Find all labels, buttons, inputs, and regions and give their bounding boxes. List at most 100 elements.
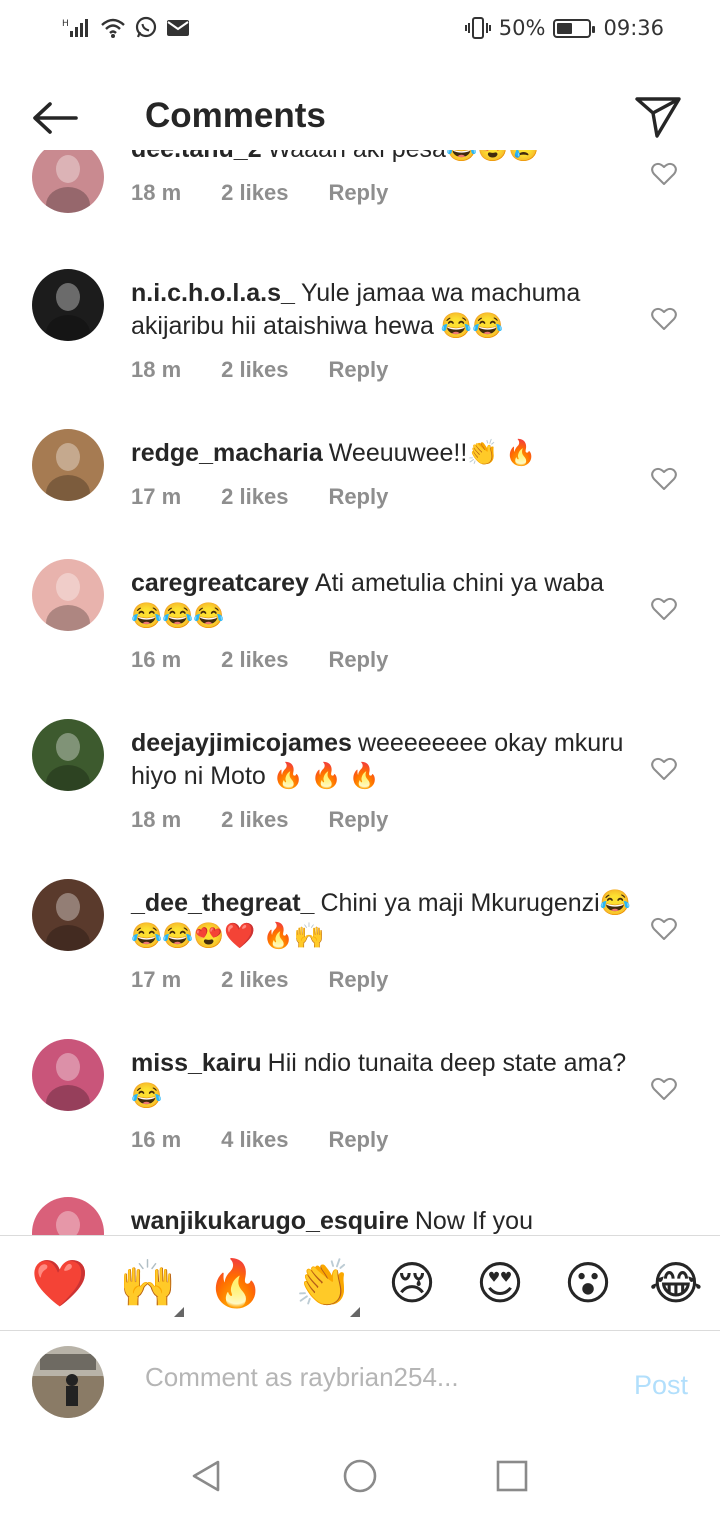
comment-time: 17 m bbox=[131, 967, 182, 992]
comment-meta: 18 m 2 likes Reply bbox=[131, 357, 631, 383]
recents-square-icon[interactable] bbox=[494, 1458, 530, 1494]
reply-button[interactable]: Reply bbox=[328, 180, 388, 206]
avatar-body bbox=[46, 1085, 90, 1111]
comment-likes[interactable]: 4 likes bbox=[221, 1127, 288, 1153]
comment-time: 18 m bbox=[131, 180, 182, 205]
comment-body: deejayjimicojames weeeeeeee okay mkuru hi… bbox=[131, 727, 631, 833]
tears-of-joy-icon[interactable]: 😂 bbox=[632, 1235, 720, 1331]
avatar-body bbox=[46, 605, 90, 631]
comment-username[interactable]: wanjikukarugo_esquire bbox=[131, 1207, 409, 1235]
comment-text: redge_macharia Weeuuwee!!👏 🔥 bbox=[131, 437, 631, 470]
comment-meta: 16 m 2 likes Reply bbox=[131, 647, 631, 673]
avatar-face bbox=[56, 443, 80, 471]
heart-icon[interactable] bbox=[651, 1077, 677, 1101]
comment-username[interactable]: dee.tanu_2 bbox=[131, 150, 262, 163]
avatar[interactable] bbox=[32, 879, 104, 951]
battery-icon bbox=[553, 18, 596, 38]
comment-text: deejayjimicojames weeeeeeee okay mkuru hi… bbox=[131, 727, 631, 793]
comment-list[interactable]: dee.tanu_2 Waaah aki pesa😂😍😢 18 m 2 likes Re… bbox=[0, 150, 720, 1235]
emoji-glyph: 😢 bbox=[388, 1256, 436, 1310]
heart-icon[interactable] bbox=[651, 597, 677, 621]
raising-hands-icon[interactable]: 🙌 bbox=[104, 1235, 192, 1331]
comment-meta: 18 m 2 likes Reply bbox=[131, 180, 631, 206]
comment-username[interactable]: deejayjimicojames bbox=[131, 729, 352, 757]
post-button[interactable]: Post bbox=[634, 1370, 688, 1401]
surprised-face-icon[interactable]: 😮 bbox=[544, 1235, 632, 1331]
reply-button[interactable]: Reply bbox=[328, 967, 388, 993]
comment-text: caregreatcarey Ati ametulia chini ya waba… bbox=[131, 567, 631, 633]
back-triangle-icon[interactable] bbox=[188, 1458, 224, 1494]
comment-text: _dee_thegreat_ Chini ya maji Mkurugenzi😂😂… bbox=[131, 887, 631, 953]
clapping-hands-icon[interactable]: 👏 bbox=[280, 1235, 368, 1331]
comment-likes[interactable]: 2 likes bbox=[221, 180, 288, 206]
heart-icon[interactable] bbox=[651, 757, 677, 781]
status-icons-left: H bbox=[62, 16, 190, 40]
comment-text: miss_kairu Hii ndio tunaita deep state am… bbox=[131, 1047, 631, 1113]
avatar-body bbox=[46, 187, 90, 213]
comment-body: dee.tanu_2 Waaah aki pesa😂😍😢 18 m 2 likes Re… bbox=[131, 150, 631, 206]
battery-fill bbox=[557, 22, 573, 34]
clock: 09:36 bbox=[603, 16, 664, 40]
comment-username[interactable]: redge_macharia bbox=[131, 439, 323, 467]
reply-button[interactable]: Reply bbox=[328, 647, 388, 673]
comment-time: 18 m bbox=[131, 807, 182, 832]
vibrate-icon bbox=[464, 17, 491, 39]
avatar-face bbox=[56, 1211, 80, 1235]
heart-icon[interactable] bbox=[651, 162, 677, 186]
avatar[interactable] bbox=[32, 429, 104, 501]
heart-eyes-icon[interactable]: 😍 bbox=[456, 1235, 544, 1331]
comment-composer: Post bbox=[0, 1332, 720, 1432]
comment-username[interactable]: caregreatcarey bbox=[131, 569, 309, 597]
comment-likes[interactable]: 2 likes bbox=[221, 357, 288, 383]
paper-plane-icon[interactable] bbox=[634, 92, 682, 140]
avatar-body bbox=[46, 475, 90, 501]
heart-icon[interactable] bbox=[651, 467, 677, 491]
heart-icon[interactable] bbox=[651, 307, 677, 331]
reply-button[interactable]: Reply bbox=[328, 357, 388, 383]
avatar[interactable] bbox=[32, 269, 104, 341]
comment-likes[interactable]: 2 likes bbox=[221, 647, 288, 673]
emoji-glyph: 😍 bbox=[476, 1256, 524, 1310]
home-circle-icon[interactable] bbox=[342, 1458, 378, 1494]
emoji-glyph: 😂 bbox=[649, 1256, 703, 1310]
avatar-body bbox=[46, 925, 90, 951]
avatar[interactable] bbox=[32, 150, 104, 213]
comment-text: wanjikukarugo_esquire Now If you bbox=[131, 1205, 631, 1235]
emoji-bar: ❤️ 🙌 🔥 👏 😢 😍 😮 😂 bbox=[0, 1235, 720, 1331]
comment-username[interactable]: miss_kairu bbox=[131, 1049, 262, 1077]
reply-button[interactable]: Reply bbox=[328, 807, 388, 833]
comment-likes[interactable]: 2 likes bbox=[221, 484, 288, 510]
comment-likes[interactable]: 2 likes bbox=[221, 967, 288, 993]
heart-icon[interactable] bbox=[651, 917, 677, 941]
comment-body: redge_macharia Weeuuwee!!👏 🔥 17 m 2 likes Re… bbox=[131, 437, 631, 510]
comment-time: 17 m bbox=[131, 484, 182, 509]
red-heart-icon[interactable]: ❤️ bbox=[16, 1235, 104, 1331]
avatar-body bbox=[46, 765, 90, 791]
avatar[interactable] bbox=[32, 1039, 104, 1111]
variant-indicator-icon bbox=[350, 1307, 360, 1317]
avatar[interactable] bbox=[32, 559, 104, 631]
comment-text: dee.tanu_2 Waaah aki pesa😂😍😢 bbox=[131, 150, 631, 166]
avatar-face bbox=[56, 283, 80, 311]
comment-time: 16 m bbox=[131, 647, 182, 672]
comment-username[interactable]: n.i.c.h.o.l.a.s_ bbox=[131, 279, 295, 307]
fire-icon[interactable]: 🔥 bbox=[192, 1235, 280, 1331]
avatar-body bbox=[46, 315, 90, 341]
page-title: Comments bbox=[145, 96, 326, 135]
comment-body: n.i.c.h.o.l.a.s_ Yule jamaa wa machuma ak… bbox=[131, 277, 631, 383]
comment-meta: 17 m 2 likes Reply bbox=[131, 967, 631, 993]
email-icon bbox=[167, 20, 189, 36]
arrow-left-icon[interactable] bbox=[30, 98, 80, 138]
network-type-label: H bbox=[62, 19, 69, 29]
reply-button[interactable]: Reply bbox=[328, 484, 388, 510]
avatar[interactable] bbox=[32, 1197, 104, 1235]
comment-input[interactable] bbox=[145, 1362, 585, 1393]
crying-face-icon[interactable]: 😢 bbox=[368, 1235, 456, 1331]
avatar-face bbox=[56, 733, 80, 761]
comment-username[interactable]: _dee_thegreat_ bbox=[131, 889, 314, 917]
avatar[interactable] bbox=[32, 719, 104, 791]
comment-likes[interactable]: 2 likes bbox=[221, 807, 288, 833]
comment-body: _dee_thegreat_ Chini ya maji Mkurugenzi😂😂… bbox=[131, 887, 631, 993]
emoji-glyph: 😮 bbox=[564, 1256, 612, 1310]
reply-button[interactable]: Reply bbox=[328, 1127, 388, 1153]
